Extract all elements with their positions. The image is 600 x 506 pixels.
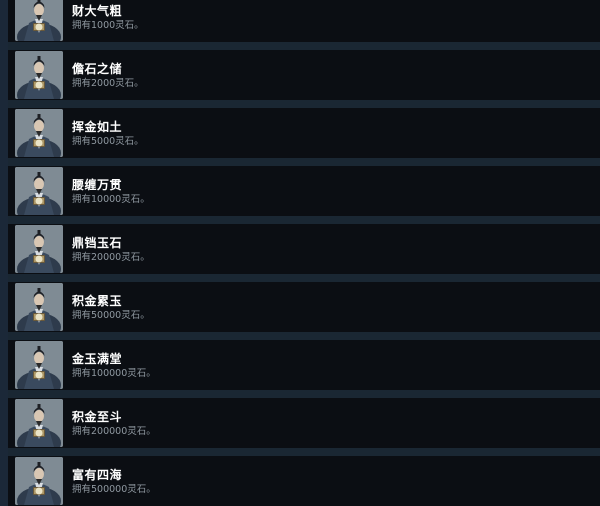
achievement-list: 财大气粗 拥有1000灵石。 儋石之储 拥有2000灵石。 挥金如土 拥有500… [8,0,600,506]
cultivator-portrait-icon [15,399,63,447]
achievement-row[interactable]: 儋石之储 拥有2000灵石。 [8,50,600,108]
achievement-title: 金玉满堂 [72,351,123,366]
achievement-description: 拥有500000灵石。 [72,483,156,495]
cultivator-portrait-icon [15,341,63,389]
achievement-text: 积金累玉 拥有50000灵石。 [72,293,150,322]
achievement-text: 腰缠万贯 拥有10000灵石。 [72,177,150,206]
achievement-row[interactable]: 金玉满堂 拥有100000灵石。 [8,340,600,398]
achievement-title: 儋石之储 [72,61,123,76]
achievement-row[interactable]: 财大气粗 拥有1000灵石。 [8,0,600,50]
achievement-title: 富有四海 [72,467,123,482]
cultivator-portrait-icon [15,51,63,99]
cultivator-portrait-icon [15,225,63,273]
cultivator-portrait-icon [15,167,63,215]
achievement-title: 腰缠万贯 [72,177,123,192]
cultivator-portrait-icon [15,0,63,41]
achievement-description: 拥有20000灵石。 [72,251,150,263]
cultivator-portrait-icon [15,283,63,331]
achievement-row[interactable]: 挥金如土 拥有5000灵石。 [8,108,600,166]
achievement-row[interactable]: 鼎铛玉石 拥有20000灵石。 [8,224,600,282]
achievement-text: 财大气粗 拥有1000灵石。 [72,3,144,32]
achievement-description: 拥有200000灵石。 [72,425,156,437]
achievement-title: 鼎铛玉石 [72,235,123,250]
achievement-title: 积金累玉 [72,293,123,308]
achievement-description: 拥有10000灵石。 [72,193,150,205]
achievement-description: 拥有5000灵石。 [72,135,144,147]
achievement-text: 鼎铛玉石 拥有20000灵石。 [72,235,150,264]
cultivator-portrait-icon [15,109,63,157]
achievement-title: 积金至斗 [72,409,123,424]
achievement-row[interactable]: 腰缠万贯 拥有10000灵石。 [8,166,600,224]
achievement-row[interactable]: 积金累玉 拥有50000灵石。 [8,282,600,340]
achievement-list-viewport: 财大气粗 拥有1000灵石。 儋石之储 拥有2000灵石。 挥金如土 拥有500… [0,0,600,506]
achievement-title: 挥金如土 [72,119,123,134]
cultivator-portrait-icon [15,457,63,505]
achievement-description: 拥有2000灵石。 [72,77,144,89]
achievement-text: 积金至斗 拥有200000灵石。 [72,409,156,438]
achievement-text: 金玉满堂 拥有100000灵石。 [72,351,156,380]
achievement-description: 拥有50000灵石。 [72,309,150,321]
achievement-row[interactable]: 富有四海 拥有500000灵石。 [8,456,600,506]
achievement-description: 拥有1000灵石。 [72,19,144,31]
achievement-text: 挥金如土 拥有5000灵石。 [72,119,144,148]
achievement-text: 富有四海 拥有500000灵石。 [72,467,156,496]
achievement-title: 财大气粗 [72,3,123,18]
achievement-description: 拥有100000灵石。 [72,367,156,379]
achievement-text: 儋石之储 拥有2000灵石。 [72,61,144,90]
achievement-row[interactable]: 积金至斗 拥有200000灵石。 [8,398,600,456]
